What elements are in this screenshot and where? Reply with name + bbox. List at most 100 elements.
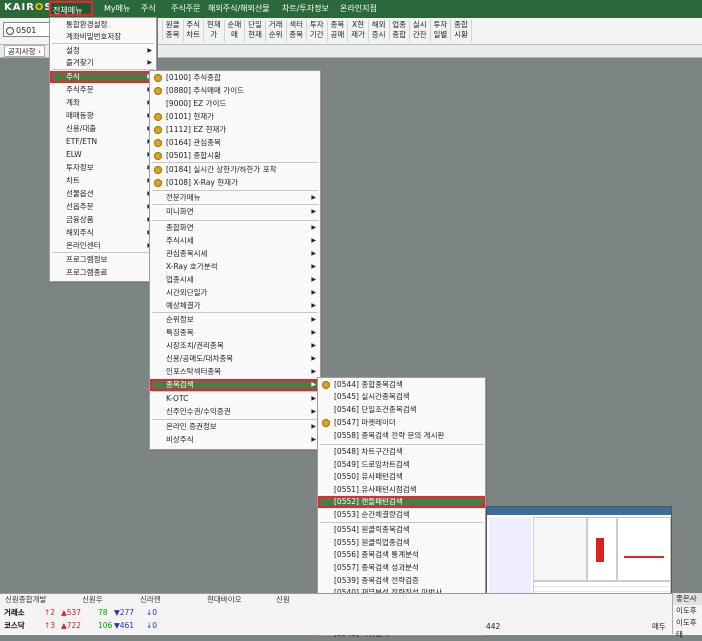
menu1-item[interactable]: ETF/ETN▶: [50, 136, 156, 148]
menu1-item[interactable]: 금융상품▶: [50, 214, 156, 226]
menu2-item-label: 주식시세: [166, 236, 194, 245]
menu2-item[interactable]: [0501] 종합시황: [150, 150, 320, 162]
menu2-item[interactable]: 신주인수권/수익증권 ▶: [150, 406, 320, 418]
menu1-item[interactable]: 차트▶: [50, 175, 156, 187]
toolbar-button[interactable]: 실시 간잔: [410, 20, 431, 42]
menu3-item[interactable]: [0545] 실시간종목검색: [318, 391, 485, 403]
menu2-item[interactable]: [0101] 현재가: [150, 111, 320, 123]
menu3-item[interactable]: [0548] 차트구간검색: [318, 446, 485, 458]
menu3-item[interactable]: [0558] 종목검색 전략 문의 게시판: [318, 430, 485, 442]
toolbar-button[interactable]: 순매 매: [224, 20, 246, 42]
menu2-item[interactable]: X-Ray 호가분석 ▶: [150, 261, 320, 273]
menu3-item[interactable]: [0551] 유사패턴시점검색: [318, 484, 485, 496]
menu2-item[interactable]: 종목검색 ▶: [150, 379, 320, 391]
menu1-item-label: 프로그램정보: [66, 255, 108, 264]
menu2-item[interactable]: 예상체결가 ▶: [150, 300, 320, 312]
menu3-item[interactable]: [0549] 드로잉차트검색: [318, 459, 485, 471]
menu1-item[interactable]: 선물옵션▶: [50, 188, 156, 200]
toolbar-button[interactable]: 투자 기간: [307, 20, 328, 42]
toolbar-button[interactable]: 해외 증시: [369, 20, 390, 42]
menu2-item[interactable]: 관심종목시세 ▶: [150, 248, 320, 260]
menu2-item[interactable]: [0164] 관심종목: [150, 137, 320, 149]
menu1-item[interactable]: 프로그램정보: [50, 254, 156, 266]
menu2-item[interactable]: 인포스탁섹터종목 ▶: [150, 366, 320, 378]
menu3-item[interactable]: [0550] 유사패턴검색: [318, 471, 485, 483]
toolbar-button[interactable]: 섹터 종목: [286, 20, 308, 42]
menu2-item[interactable]: 비상주식 ▶: [150, 434, 320, 446]
menu2-item[interactable]: [1112] EZ 현재가: [150, 124, 320, 136]
menu1-item[interactable]: 해외주식▶: [50, 227, 156, 239]
menu2-item[interactable]: K-OTC ▶: [150, 393, 320, 405]
top-menu-item[interactable]: My메뉴: [104, 0, 130, 18]
menu3-item[interactable]: [0539] 종목검색 전략검증: [318, 575, 485, 587]
menu2-item[interactable]: 온라인 증권정보 ▶: [150, 421, 320, 433]
toolbar-button[interactable]: 단일 현재: [245, 20, 266, 42]
menu1-item[interactable]: 프로그램종료: [50, 267, 156, 279]
menu2-item[interactable]: 순위정보 ▶: [150, 314, 320, 326]
bottom-mid-b: 매두: [652, 622, 666, 631]
menu1-item[interactable]: 매매동향▶: [50, 110, 156, 122]
notice-tab[interactable]: 공지사항 ›: [4, 45, 45, 57]
menu3-item[interactable]: [0555] 원클릭업종검색: [318, 537, 485, 549]
top-menu-item[interactable]: 온라인지점: [340, 0, 377, 18]
menu3-item[interactable]: [0552] 캔들패턴검색: [318, 496, 485, 508]
toolbar-button[interactable]: 종목 공매: [327, 20, 349, 42]
bottom-header-cell[interactable]: 신라젠: [140, 594, 161, 606]
menu3-item[interactable]: [0554] 원클릭종목검색: [318, 524, 485, 536]
toolbar-button[interactable]: 원클 종목: [163, 20, 184, 42]
menu2-item[interactable]: 특징종목 ▶: [150, 327, 320, 339]
menu1-item[interactable]: 온라인센터▶: [50, 240, 156, 252]
menu1-item[interactable]: 통합환경설정: [50, 19, 156, 31]
toolbar-button[interactable]: 업종 종합: [389, 20, 411, 42]
menu2-item[interactable]: 미니화면 ▶: [150, 206, 320, 218]
menu1-item[interactable]: 투자정보▶: [50, 162, 156, 174]
bottom-header-cell[interactable]: 현대바이오: [207, 594, 242, 606]
menu2-item[interactable]: [0108] X-Ray 현재가: [150, 177, 320, 189]
menu1-item[interactable]: 즐겨찾기 ▶: [50, 57, 156, 69]
toolbar-button[interactable]: 투자 일별: [430, 20, 452, 42]
menu1-item[interactable]: ELW▶: [50, 149, 156, 161]
toolbar-button[interactable]: 거래 순위: [266, 20, 287, 42]
menu2-item-label: 종합화면: [166, 223, 194, 232]
menu2-item[interactable]: 전문가메뉴 ▶: [150, 192, 320, 204]
menu2-item[interactable]: 시간외단일가 ▶: [150, 287, 320, 299]
menu1-item[interactable]: 계좌▶: [50, 97, 156, 109]
menu3-item[interactable]: [0546] 단일조건종목검색: [318, 404, 485, 416]
toolbar-button-line: 거래: [268, 20, 283, 29]
menu-separator: [52, 252, 154, 253]
menu2-item[interactable]: [9000] EZ 가이드: [150, 98, 320, 110]
menu1-item[interactable]: 설정 ▶: [50, 45, 156, 57]
menu2-item[interactable]: 시장조치/권리종목 ▶: [150, 340, 320, 352]
menu3-item[interactable]: [0547] 마켓레이더: [318, 417, 485, 429]
bottom-cell-v1: ↑3: [44, 621, 56, 630]
menu3-item[interactable]: [0553] 순간체결량검색: [318, 509, 485, 521]
menu-separator: [320, 444, 483, 445]
menu1-item[interactable]: 선옵주문▶: [50, 201, 156, 213]
top-menu-item[interactable]: 주식주문: [171, 0, 200, 18]
menu2-item[interactable]: 종합화면 ▶: [150, 222, 320, 234]
menu1-item[interactable]: 신용/대출▶: [50, 123, 156, 135]
toolbar-button[interactable]: X현 재가: [348, 20, 369, 42]
toolbar-button[interactable]: 주식 차트: [183, 20, 205, 42]
menu2-item[interactable]: [0880] 주식매매 가이드: [150, 85, 320, 97]
toolbar-button[interactable]: 현재 가: [204, 20, 225, 42]
menu1-item[interactable]: 계좌비밀번호저장: [50, 31, 156, 43]
menu2-item[interactable]: [0100] 주식종합: [150, 72, 320, 84]
bottom-header-cell[interactable]: 신원: [276, 594, 290, 606]
menu1-item[interactable]: 주식▶: [50, 71, 156, 83]
menu3-item[interactable]: [0557] 종목검색 성과분석: [318, 562, 485, 574]
bottom-header-cell[interactable]: 신원우: [82, 594, 103, 606]
top-menu-item[interactable]: 주식: [141, 0, 156, 18]
toolbar-button[interactable]: 종합 시황: [451, 20, 472, 42]
menu2-item[interactable]: [0184] 실시간 상한가/하한가 포착: [150, 164, 320, 176]
menu1-item[interactable]: 주식주문▶: [50, 84, 156, 96]
menu2-item[interactable]: 주식시세 ▶: [150, 235, 320, 247]
menu3-item[interactable]: [0556] 종목검색 통계분석: [318, 549, 485, 561]
all-menu-button[interactable]: 전체메뉴 ▼: [49, 1, 93, 30]
top-menu-item[interactable]: 해외주식/해외선물: [208, 0, 270, 18]
menu2-item[interactable]: 신용/공매도/대차종목 ▶: [150, 353, 320, 365]
menu2-item[interactable]: 업종시세 ▶: [150, 274, 320, 286]
menu3-item[interactable]: [0544] 종합종목검색: [318, 379, 485, 391]
bottom-header-cell[interactable]: 신원종합개발: [5, 594, 46, 606]
top-menu-item[interactable]: 차트/투자정보: [282, 0, 329, 18]
